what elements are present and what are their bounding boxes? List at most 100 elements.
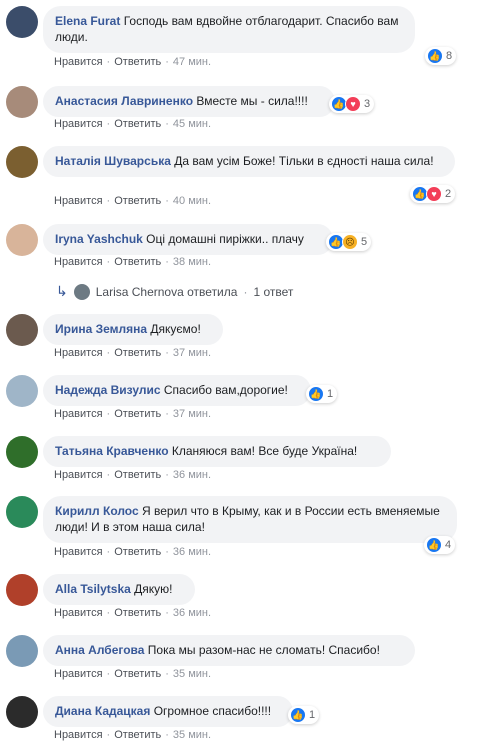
like-link[interactable]: Нравится [54, 607, 103, 619]
like-link[interactable]: Нравится [54, 546, 103, 558]
like-icon: 👍 [308, 386, 324, 402]
timestamp[interactable]: 37 мин. [173, 347, 211, 359]
comment-bubble: Диана Кадацкая Огромное спасибо!!!! [43, 696, 293, 727]
timestamp[interactable]: 38 мин. [173, 256, 211, 268]
reactions-badge[interactable]: 👍 ♥ 2 [410, 185, 456, 203]
reply-link[interactable]: Ответить [114, 729, 161, 741]
reactions-badge[interactable]: 👍 ♥ 3 [329, 95, 375, 113]
like-icon: 👍 [426, 537, 442, 553]
comment-author[interactable]: Наталія Шуварська [55, 154, 171, 168]
timestamp[interactable]: 36 мин. [173, 546, 211, 558]
comment-author[interactable]: Надежда Визулис [55, 383, 161, 397]
reply-link[interactable]: Ответить [114, 347, 161, 359]
like-link[interactable]: Нравится [54, 347, 103, 359]
avatar[interactable] [6, 635, 38, 667]
timestamp[interactable]: 35 мин. [173, 729, 211, 741]
comment-bubble: Татьяна Кравченко Кланяюся вам! Все буде… [43, 436, 391, 467]
comment-actions: Нравится · Ответить · 36 мин. [54, 607, 212, 619]
like-icon: 👍 [427, 48, 443, 64]
comment-text: Кланяюся вам! Все буде Україна! [171, 444, 358, 458]
comment-bubble: Iryna Yashchuk Оці домашні пиріжки.. пла… [43, 224, 333, 255]
timestamp[interactable]: 36 мин. [173, 607, 211, 619]
reply-link[interactable]: Ответить [114, 56, 161, 68]
reactions-count: 5 [361, 236, 368, 248]
comment-bubble: Alla Tsilytska Дякую! [43, 574, 195, 605]
comment-text: Дякую! [134, 582, 173, 596]
comment-bubble: Ирина Земляна Дякуємо! [43, 314, 223, 345]
like-link[interactable]: Нравится [54, 118, 103, 130]
reply-link[interactable]: Ответить [114, 195, 161, 207]
comment-actions: Нравится · Ответить · 35 мин. [54, 668, 212, 680]
avatar[interactable] [6, 86, 38, 118]
comment-author[interactable]: Iryna Yashchuk [55, 232, 143, 246]
timestamp[interactable]: 35 мин. [173, 668, 211, 680]
avatar[interactable] [6, 696, 38, 728]
avatar[interactable] [6, 224, 38, 256]
reply-link[interactable]: Ответить [114, 408, 161, 420]
love-icon: ♥ [345, 96, 361, 112]
reply-link[interactable]: Ответить [114, 469, 161, 481]
comment-bubble: Надежда Визулис Спасибо вам,дорогие! [43, 375, 311, 406]
avatar [73, 283, 90, 300]
reactions-badge[interactable]: 👍 1 [288, 706, 320, 724]
comment-text: Вместе мы - сила!!!! [196, 94, 308, 108]
avatar[interactable] [6, 436, 38, 468]
like-link[interactable]: Нравится [54, 668, 103, 680]
comment-text: Дякуємо! [150, 322, 201, 336]
like-link[interactable]: Нравится [54, 408, 103, 420]
comment-actions: Нравится · Ответить · 37 мин. [54, 408, 212, 420]
reply-author[interactable]: Larisa Chernova [96, 285, 184, 299]
avatar[interactable] [6, 314, 38, 346]
comment-author[interactable]: Elena Furat [55, 14, 120, 28]
avatar[interactable] [6, 146, 38, 178]
comment-bubble: Анастасия Лавриненко Вместе мы - сила!!!… [43, 86, 335, 117]
reply-link[interactable]: Ответить [114, 546, 161, 558]
comment-bubble: Наталія Шуварська Да вам усім Боже! Тіль… [43, 146, 455, 177]
reactions-count: 4 [445, 539, 452, 551]
timestamp[interactable]: 47 мин. [173, 56, 211, 68]
comment-author[interactable]: Татьяна Кравченко [55, 444, 169, 458]
reply-link[interactable]: Ответить [114, 607, 161, 619]
reactions-badge[interactable]: 👍 ☹ 5 [326, 233, 372, 251]
timestamp[interactable]: 40 мин. [173, 195, 211, 207]
comment-author[interactable]: Ирина Земляна [55, 322, 147, 336]
comment-author[interactable]: Анна Албегова [55, 643, 144, 657]
like-link[interactable]: Нравится [54, 469, 103, 481]
comment-bubble: Кирилл Колос Я верил что в Крыму, как и … [43, 496, 457, 543]
comment-author[interactable]: Диана Кадацкая [55, 704, 150, 718]
reply-verb: ответила [187, 284, 238, 299]
reply-link[interactable]: Ответить [114, 256, 161, 268]
comment-bubble: Анна Албегова Пока мы разом-нас не слома… [43, 635, 415, 666]
reply-link[interactable]: Ответить [114, 118, 161, 130]
reactions-badge[interactable]: 👍 8 [425, 47, 457, 65]
like-link[interactable]: Нравится [54, 256, 103, 268]
reactions-count: 8 [446, 50, 453, 62]
comment-actions: Нравится · Ответить · 38 мин. [54, 256, 212, 268]
avatar[interactable] [6, 375, 38, 407]
like-link[interactable]: Нравится [54, 56, 103, 68]
reactions-count: 3 [364, 98, 371, 110]
comment-actions: Нравится · Ответить · 36 мин. [54, 469, 212, 481]
comment-actions: Нравится · Ответить · 40 мин. [54, 195, 212, 207]
timestamp[interactable]: 37 мин. [173, 408, 211, 420]
reactions-badge[interactable]: 👍 1 [306, 385, 338, 403]
comment-text: Огромное спасибо!!!! [153, 704, 272, 718]
reply-link[interactable]: Ответить [114, 668, 161, 680]
avatar[interactable] [6, 6, 38, 38]
comment-author[interactable]: Alla Tsilytska [55, 582, 131, 596]
reactions-count: 1 [327, 388, 334, 400]
comment-actions: Нравится · Ответить · 37 мин. [54, 347, 212, 359]
comment-author[interactable]: Анастасия Лавриненко [55, 94, 193, 108]
avatar[interactable] [6, 496, 38, 528]
reply-preview[interactable]: ↳ Larisa Chernova ответила · 1 ответ [56, 283, 293, 300]
comment-author[interactable]: Кирилл Колос [55, 504, 139, 518]
timestamp[interactable]: 45 мин. [173, 118, 211, 130]
reply-count[interactable]: 1 ответ [253, 285, 293, 299]
timestamp[interactable]: 36 мин. [173, 469, 211, 481]
reactions-count: 1 [309, 709, 316, 721]
reactions-badge[interactable]: 👍 4 [424, 536, 456, 554]
like-link[interactable]: Нравится [54, 195, 103, 207]
comment-actions: Нравится · Ответить · 45 мин. [54, 118, 212, 130]
avatar[interactable] [6, 574, 38, 606]
like-link[interactable]: Нравится [54, 729, 103, 741]
